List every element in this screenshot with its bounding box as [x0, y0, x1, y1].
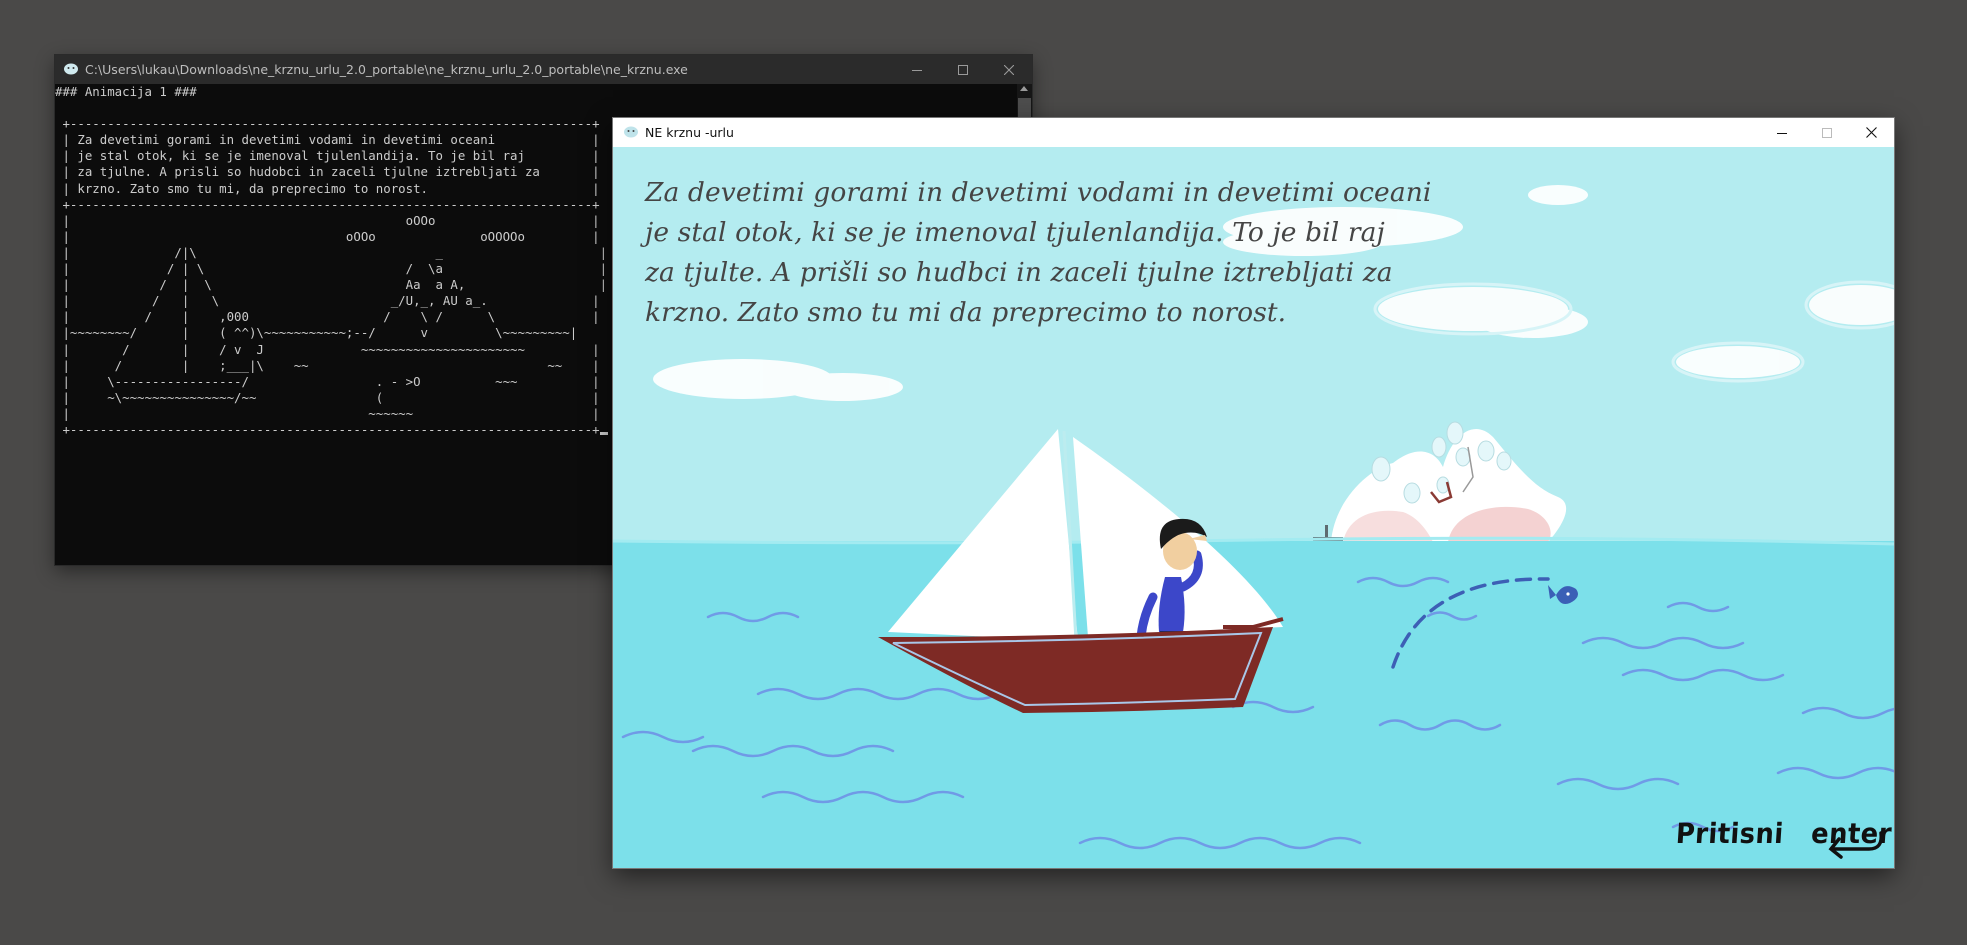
console-maximize-button[interactable]: [940, 55, 986, 84]
console-close-button[interactable]: [986, 55, 1032, 84]
maximize-icon: [958, 64, 968, 75]
game-title: NE krznu -urlu: [645, 125, 734, 140]
console-line: +---------------------------------------…: [55, 421, 600, 437]
prompt-word-press: Pritisni: [1674, 817, 1785, 850]
console-line: | ~\~~~~~~~~~~~~~~~/~~ ( |: [55, 389, 600, 405]
scroll-up-icon[interactable]: [1020, 86, 1028, 91]
console-line: |~~~~~~~~/ | ( ^^)\~~~~~~~~~~~;--/ v \~~…: [55, 325, 578, 341]
console-line: | /|\ _ |: [55, 244, 608, 260]
app-icon: [623, 124, 639, 141]
minimize-icon: [912, 69, 922, 71]
console-output: ### Animacija 1 ### +-------------------…: [55, 84, 608, 438]
minimize-icon: [1776, 132, 1787, 134]
console-line: | / | \ _/U,_, AU a_. |: [55, 293, 600, 309]
console-line: | / | / v J ~~~~~~~~~~~~~~~~~~~~~~ |: [55, 341, 600, 357]
press-enter-prompt: Pritisni enter: [1675, 817, 1893, 850]
console-title: C:\Users\lukau\Downloads\ne_krznu_urlu_2…: [85, 62, 688, 77]
console-line: | za tjulne. A prisli so hudobci in zace…: [55, 164, 600, 180]
prompt-word-enter: enter: [1810, 817, 1893, 850]
game-window[interactable]: NE krznu -urlu Za devetimi gorami in dev…: [613, 118, 1894, 868]
story-line: Za devetimi gorami in devetimi vodami in…: [645, 177, 1432, 208]
console-line: ### Animacija 1 ###: [55, 84, 197, 99]
console-line: | je stal otok, ki se je imenoval tjulen…: [55, 148, 600, 164]
console-line: | ~~~~~~ |: [55, 405, 600, 421]
console-line: | / | ;___|\ ~~ ~~ |: [55, 357, 600, 373]
console-line: | oOOo |: [55, 212, 600, 228]
maximize-icon: [1821, 127, 1832, 138]
console-scroll-thumb[interactable]: [1018, 98, 1031, 118]
console-line: +---------------------------------------…: [55, 196, 600, 212]
story-line: je stal otok, ki se je imenoval tjulenla…: [645, 217, 1385, 248]
story-line: krzno. Zato smo tu mi da preprecimo to n…: [645, 297, 1287, 328]
story-text: Za devetimi gorami in devetimi vodami in…: [645, 173, 1432, 333]
console-line: | / | \ Aa a A, |: [55, 277, 608, 293]
app-icon: [63, 61, 79, 78]
console-line: +---------------------------------------…: [55, 116, 600, 132]
game-titlebar[interactable]: NE krznu -urlu: [613, 118, 1894, 147]
game-close-button[interactable]: [1849, 118, 1894, 147]
console-line: | / | ,000 / \ / \ |: [55, 309, 600, 325]
console-titlebar[interactable]: C:\Users\lukau\Downloads\ne_krznu_urlu_2…: [55, 55, 1032, 84]
console-line: | / | \ / \a |: [55, 261, 608, 277]
game-scene[interactable]: Za devetimi gorami in devetimi vodami in…: [613, 147, 1894, 868]
console-line: | Za devetimi gorami in devetimi vodami …: [55, 132, 600, 148]
console-minimize-button[interactable]: [894, 55, 940, 84]
close-icon: [1004, 64, 1014, 75]
console-cursor: [599, 431, 608, 435]
story-line: za tjulte. A prišli so hudbci in zaceli …: [645, 257, 1393, 288]
console-line: | oOOo oOOOOo |: [55, 228, 600, 244]
console-line: | krzno. Zato smo tu mi, da preprecimo t…: [55, 180, 600, 196]
console-line: | \-----------------/ . - >O ~~~ |: [55, 373, 600, 389]
close-icon: [1866, 127, 1877, 138]
game-minimize-button[interactable]: [1759, 118, 1804, 147]
game-maximize-button[interactable]: [1804, 118, 1849, 147]
